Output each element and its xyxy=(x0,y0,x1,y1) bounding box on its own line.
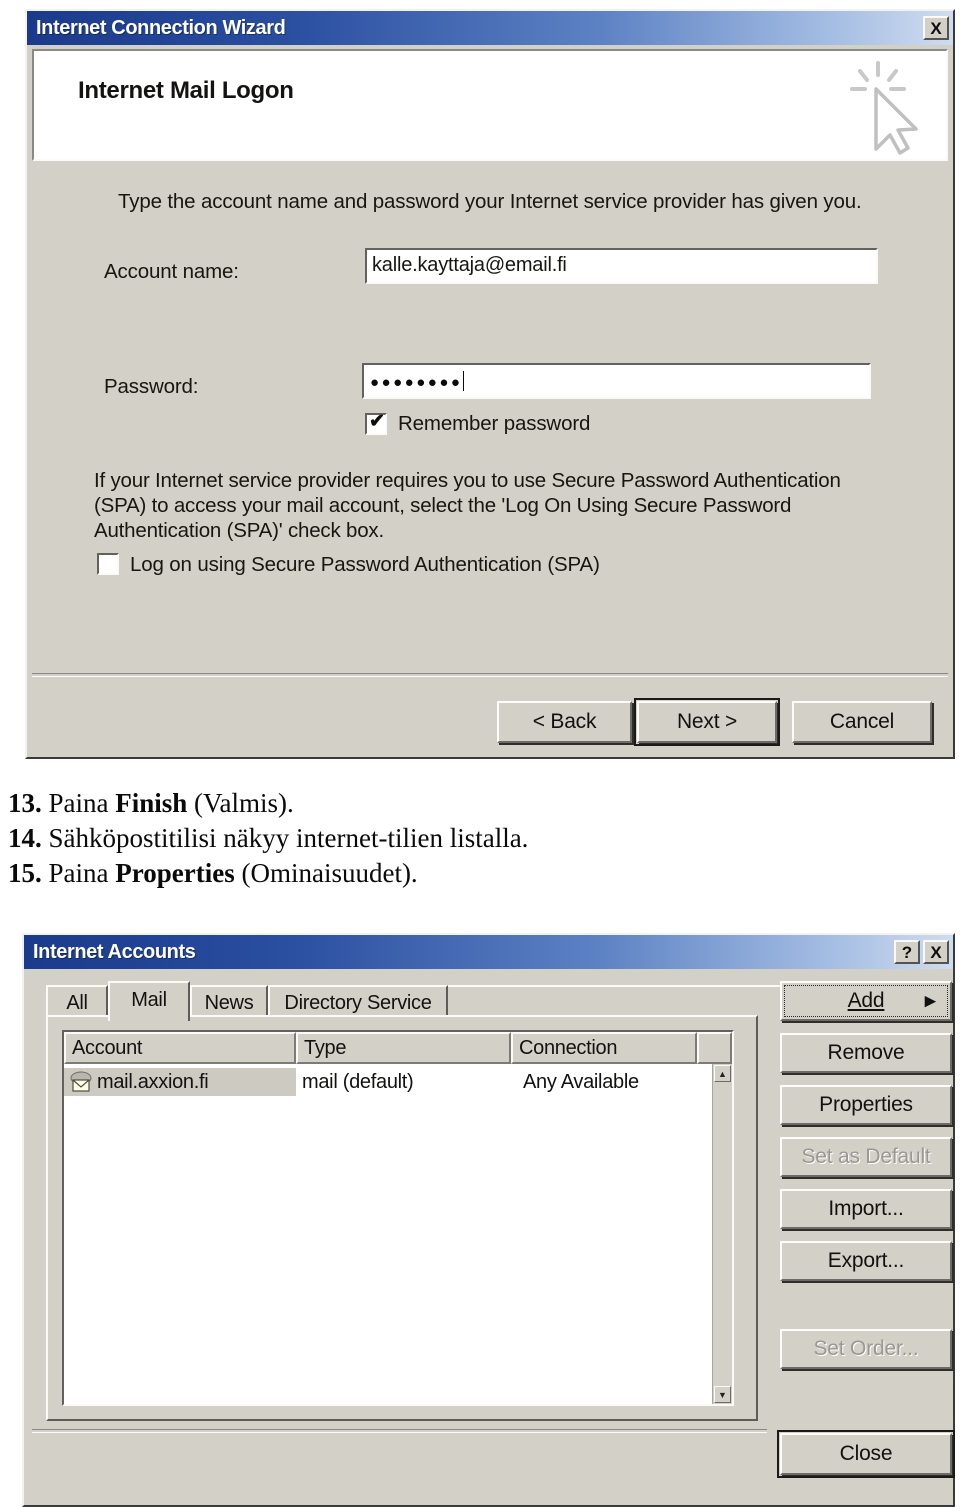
tabstrip-filler xyxy=(448,985,783,1019)
column-header-account[interactable]: Account xyxy=(64,1032,296,1064)
close-icon[interactable]: X xyxy=(923,16,949,40)
remember-password-label[interactable]: Remember password xyxy=(398,411,590,436)
accounts-separator xyxy=(32,1429,767,1433)
internet-accounts-dialog: Internet Accounts ? X All Mail News Dire… xyxy=(22,933,955,1507)
internet-connection-wizard-dialog: Internet Connection Wizard X Internet Ma… xyxy=(25,9,955,759)
step-text-pre: Sähköpostitilisi näkyy internet-tilien l… xyxy=(48,823,529,853)
instruction-steps-list: 13. Paina Finish (Valmis). 14. Sähköpost… xyxy=(8,786,528,891)
account-name-input[interactable]: kalle.kayttaja@email.fi xyxy=(365,248,878,284)
mouse-click-cursor-icon xyxy=(850,61,918,155)
account-name-value: kalle.kayttaja@email.fi xyxy=(372,254,567,276)
spa-checkbox[interactable] xyxy=(97,553,119,575)
password-label: Password: xyxy=(104,375,199,398)
text-caret xyxy=(463,371,465,391)
focus-indicator xyxy=(784,985,948,1017)
tab-news[interactable]: News xyxy=(190,985,268,1019)
scroll-down-icon[interactable]: ▼ xyxy=(714,1386,731,1403)
check-icon: ✔ xyxy=(369,411,385,432)
wizard-separator xyxy=(32,673,948,677)
account-name-label: Account name: xyxy=(104,260,239,283)
wizard-intro-text: Type the account name and password your … xyxy=(118,190,862,213)
step-number: 15. xyxy=(8,858,42,888)
accounts-list-header: Account Type Connection xyxy=(64,1032,732,1064)
add-button[interactable]: Add ▶ xyxy=(780,981,952,1021)
page-title: Internet Mail Logon xyxy=(78,77,294,104)
column-header-connection[interactable]: Connection xyxy=(511,1032,697,1064)
step-text-pre: Paina xyxy=(48,788,116,818)
help-icon[interactable]: ? xyxy=(894,940,920,964)
wizard-body-panel: Type the account name and password your … xyxy=(32,163,948,671)
step-text-post: (Valmis). xyxy=(187,788,294,818)
step-text-bold: Properties xyxy=(115,858,235,888)
set-order-button: Set Order... xyxy=(780,1329,952,1369)
mail-tab-page: Account Type Connection mail.axxion.fi m… xyxy=(46,1015,758,1421)
scroll-up-icon[interactable]: ▲ xyxy=(714,1065,731,1082)
step-number: 13. xyxy=(8,788,42,818)
spa-description-text: If your Internet service provider requir… xyxy=(94,469,841,542)
list-item: 15. Paina Properties (Ominaisuudet). xyxy=(8,856,528,891)
cell-connection: Any Available xyxy=(523,1070,639,1093)
mail-account-icon xyxy=(70,1071,92,1092)
step-number: 14. xyxy=(8,823,42,853)
set-as-default-button: Set as Default xyxy=(780,1137,952,1177)
account-name-text: mail.axxion.fi xyxy=(97,1070,209,1093)
tab-all[interactable]: All xyxy=(46,985,108,1019)
cancel-button[interactable]: Cancel xyxy=(792,701,932,743)
cell-type: mail (default) xyxy=(302,1070,414,1093)
remove-button[interactable]: Remove xyxy=(780,1033,952,1073)
accounts-list[interactable]: Account Type Connection mail.axxion.fi m… xyxy=(62,1030,734,1406)
tab-directory-service[interactable]: Directory Service xyxy=(268,985,448,1019)
column-header-type[interactable]: Type xyxy=(296,1032,511,1064)
list-item: 13. Paina Finish (Valmis). xyxy=(8,786,528,821)
remember-password-checkbox[interactable]: ✔ xyxy=(365,411,387,435)
cell-account: mail.axxion.fi xyxy=(64,1068,296,1096)
close-button[interactable]: Close xyxy=(777,1430,955,1478)
accounts-titlebar: Internet Accounts ? X xyxy=(24,935,953,969)
close-icon[interactable]: X xyxy=(923,940,949,964)
account-name-cell-selected[interactable]: mail.axxion.fi xyxy=(64,1068,296,1096)
list-item: 14. Sähköpostitilisi näkyy internet-tili… xyxy=(8,821,528,856)
column-header-spacer[interactable] xyxy=(697,1032,732,1064)
import-button[interactable]: Import... xyxy=(780,1189,952,1229)
step-text-pre: Paina xyxy=(48,858,116,888)
accounts-title: Internet Accounts xyxy=(33,940,196,963)
next-button[interactable]: Next > xyxy=(634,698,780,746)
list-vertical-scrollbar[interactable]: ▲ ▼ xyxy=(712,1064,732,1404)
back-button[interactable]: < Back xyxy=(497,701,632,743)
properties-button[interactable]: Properties xyxy=(780,1085,952,1125)
password-masked-value: ●●●●●●●● xyxy=(364,365,869,391)
password-input[interactable]: ●●●●●●●● xyxy=(362,363,871,399)
step-text-bold: Finish xyxy=(115,788,188,818)
export-button[interactable]: Export... xyxy=(780,1241,952,1281)
table-row[interactable]: mail.axxion.fi mail (default) Any Availa… xyxy=(64,1065,732,1099)
account-type-tabstrip: All Mail News Directory Service xyxy=(46,981,783,1021)
wizard-header-panel: Internet Mail Logon xyxy=(32,49,948,161)
wizard-titlebar: Internet Connection Wizard X xyxy=(27,11,953,45)
spa-label[interactable]: Log on using Secure Password Authenticat… xyxy=(130,552,600,577)
step-text-post: (Ominaisuudet). xyxy=(234,858,418,888)
tab-mail[interactable]: Mail xyxy=(108,981,190,1021)
wizard-title: Internet Connection Wizard xyxy=(36,16,286,39)
